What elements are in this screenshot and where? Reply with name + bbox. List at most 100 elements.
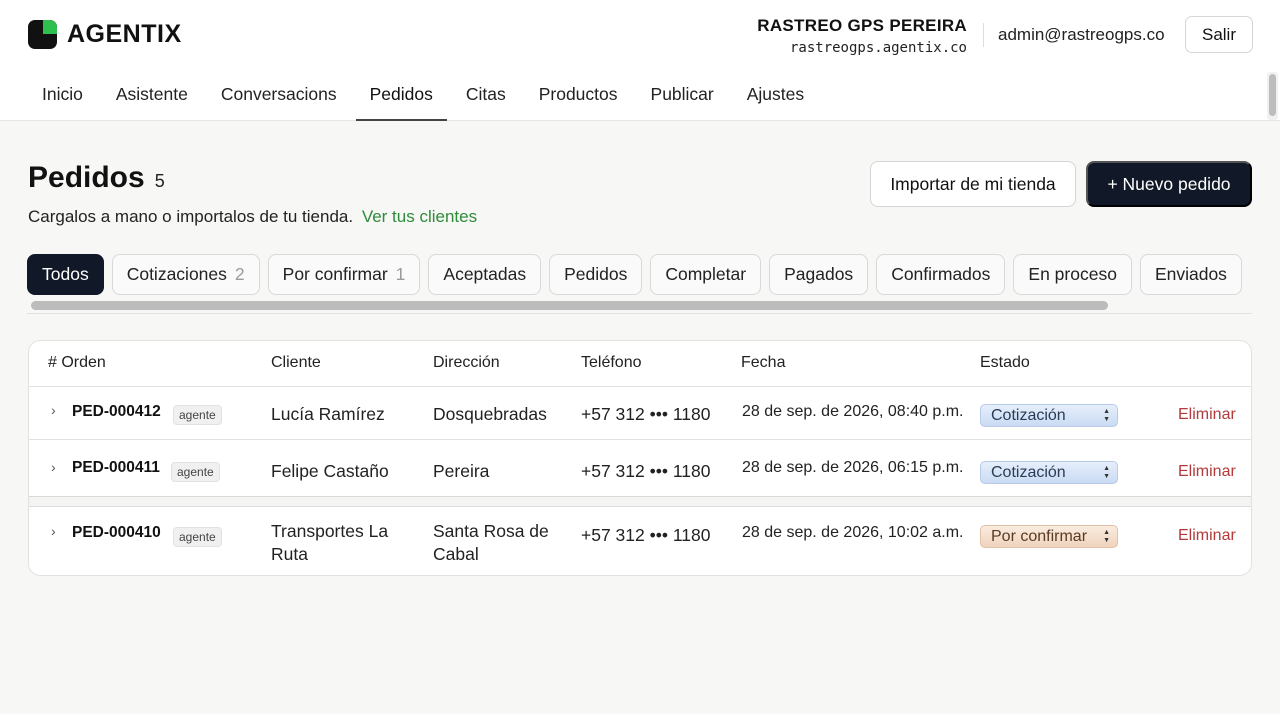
select-caret-icon: ▲ ▼ <box>1103 465 1110 480</box>
user-email: admin@rastreogps.co <box>998 25 1165 44</box>
select-caret-icon: ▲ ▼ <box>1103 408 1110 423</box>
logo-mark-icon <box>28 20 57 49</box>
status-select[interactable]: Por confirmar ▲ ▼ <box>980 525 1118 548</box>
organization-name: RASTREO GPS PEREIRA <box>757 16 967 35</box>
view-clients-link[interactable]: Ver tus clientes <box>362 207 477 226</box>
chevron-right-icon[interactable]: › <box>51 523 56 539</box>
status-value: Cotización <box>991 407 1066 424</box>
filter-aceptadas[interactable]: Aceptadas <box>428 254 542 295</box>
filter-count: 1 <box>395 264 406 284</box>
organization-info: RASTREO GPS PEREIRA rastreogps.agentix.c… <box>757 16 967 56</box>
source-tag: agente <box>173 405 222 425</box>
select-caret-icon: ▲ ▼ <box>1103 529 1110 544</box>
chevron-right-icon[interactable]: › <box>51 402 56 418</box>
brand-name: AGENTIX <box>67 20 182 48</box>
filter-label: En proceso <box>1028 264 1117 284</box>
delete-button[interactable]: Eliminar <box>1178 463 1236 481</box>
orders-count: 5 <box>154 171 165 191</box>
vertical-scrollbar[interactable] <box>1267 72 1278 120</box>
logout-button[interactable]: Salir <box>1185 16 1253 53</box>
nav-item-publicar[interactable]: Publicar <box>637 72 728 120</box>
brand-logo[interactable]: AGENTIX <box>28 20 182 49</box>
order-number: PED-000410 <box>72 524 161 541</box>
page-subtitle: Cargalos a mano o importalos de tu tiend… <box>28 207 477 227</box>
filter-count: 2 <box>234 264 245 284</box>
client-name-line: Ruta <box>271 544 308 564</box>
phone: +57 312 ••• 1180 <box>581 461 711 481</box>
status-filter-bar: Todos Cotizaciones 2 Por confirmar 1 Acept… <box>27 254 1252 298</box>
delete-button[interactable]: Eliminar <box>1178 527 1236 545</box>
filter-label: Por confirmar <box>282 264 388 284</box>
vertical-scrollbar-thumb[interactable] <box>1269 74 1276 116</box>
client-name-line: Transportes La <box>271 521 389 541</box>
main-nav: Inicio Asistente Conversacions Pedidos C… <box>28 72 823 121</box>
status-select[interactable]: Cotización ▲ ▼ <box>980 461 1118 484</box>
phone: +57 312 ••• 1180 <box>581 404 711 424</box>
filter-label: Pedidos <box>564 264 628 284</box>
filter-label: Cotizaciones <box>126 264 227 284</box>
address: Pereira <box>433 461 490 481</box>
row-divider <box>29 497 1251 507</box>
table-header: # Orden Cliente Dirección Teléfono Fecha… <box>29 341 1251 387</box>
orders-table: # Orden Cliente Dirección Teléfono Fecha… <box>28 340 1252 576</box>
header-status: Estado <box>980 354 1030 371</box>
address: Dosquebradas <box>433 404 547 424</box>
header-order: # Orden <box>48 354 106 371</box>
table-row[interactable]: › PED-000411 agente Felipe Castaño Perei… <box>29 441 1251 497</box>
address-line: Cabal <box>433 544 479 564</box>
chevron-right-icon[interactable]: › <box>51 459 56 475</box>
filter-cotizaciones[interactable]: Cotizaciones 2 <box>111 254 260 295</box>
table-row[interactable]: › PED-000410 agente Transportes La Ruta … <box>29 508 1251 575</box>
header-address: Dirección <box>433 354 500 371</box>
status-value: Por confirmar <box>991 528 1088 545</box>
nav-item-productos[interactable]: Productos <box>525 72 632 120</box>
nav-item-conversaciones[interactable]: Conversacions <box>207 72 351 120</box>
filter-label: Pagados <box>784 264 854 284</box>
client-name: Lucía Ramírez <box>271 404 385 424</box>
client-name: Transportes La Ruta <box>271 520 388 566</box>
subtitle-text: Cargalos a mano o importalos de tu tiend… <box>28 207 354 226</box>
new-order-button[interactable]: + Nuevo pedido <box>1086 161 1252 207</box>
filter-label: Enviados <box>1154 264 1227 284</box>
phone: +57 312 ••• 1180 <box>581 525 711 545</box>
header-divider <box>983 23 984 47</box>
import-store-button[interactable]: Importar de mi tienda <box>870 161 1076 207</box>
nav-item-asistente[interactable]: Asistente <box>102 72 202 120</box>
filter-scrollbar-thumb[interactable] <box>31 301 1108 310</box>
table-row[interactable]: › PED-000412 agente Lucía Ramírez Dosque… <box>29 387 1251 440</box>
source-tag: agente <box>173 527 222 547</box>
delete-button[interactable]: Eliminar <box>1178 406 1236 424</box>
filter-todos[interactable]: Todos <box>27 254 104 295</box>
order-number: PED-000412 <box>72 403 161 420</box>
filter-pagados[interactable]: Pagados <box>769 254 869 295</box>
nav-item-pedidos[interactable]: Pedidos <box>355 72 448 121</box>
header-date: Fecha <box>741 354 786 371</box>
order-date: 28 de sep. de 2026, 08:40 p.m. <box>742 403 964 420</box>
top-bar: AGENTIX RASTREO GPS PEREIRA rastreogps.a… <box>0 0 1280 121</box>
filter-horizontal-scrollbar[interactable] <box>27 299 1252 314</box>
filter-por-confirmar[interactable]: Por confirmar 1 <box>267 254 421 295</box>
filter-label: Confirmados <box>891 264 991 284</box>
status-select[interactable]: Cotización ▲ ▼ <box>980 404 1118 427</box>
filter-label: Aceptadas <box>443 264 527 284</box>
filter-en-proceso[interactable]: En proceso <box>1013 254 1132 295</box>
filter-pedidos[interactable]: Pedidos <box>549 254 643 295</box>
address: Santa Rosa de Cabal <box>433 520 549 566</box>
filter-confirmados[interactable]: Confirmados <box>876 254 1006 295</box>
nav-item-inicio[interactable]: Inicio <box>28 72 97 120</box>
filter-enviados[interactable]: Enviados <box>1139 254 1242 295</box>
header-client: Cliente <box>271 354 321 371</box>
order-date: 28 de sep. de 2026, 06:15 p.m. <box>742 459 964 476</box>
filter-completar[interactable]: Completar <box>650 254 762 295</box>
nav-item-ajustes[interactable]: Ajustes <box>733 72 818 120</box>
page-heading: Pedidos 5 <box>28 161 165 195</box>
nav-item-citas[interactable]: Citas <box>452 72 520 120</box>
header-phone: Teléfono <box>581 354 642 371</box>
address-line: Santa Rosa de <box>433 521 549 541</box>
page-title: Pedidos <box>28 161 145 194</box>
status-value: Cotización <box>991 464 1066 481</box>
order-date: 28 de sep. de 2026, 10:02 a.m. <box>742 524 964 541</box>
filter-label: Completar <box>665 264 747 284</box>
client-name: Felipe Castaño <box>271 461 389 481</box>
organization-domain: rastreogps.agentix.co <box>789 40 967 56</box>
